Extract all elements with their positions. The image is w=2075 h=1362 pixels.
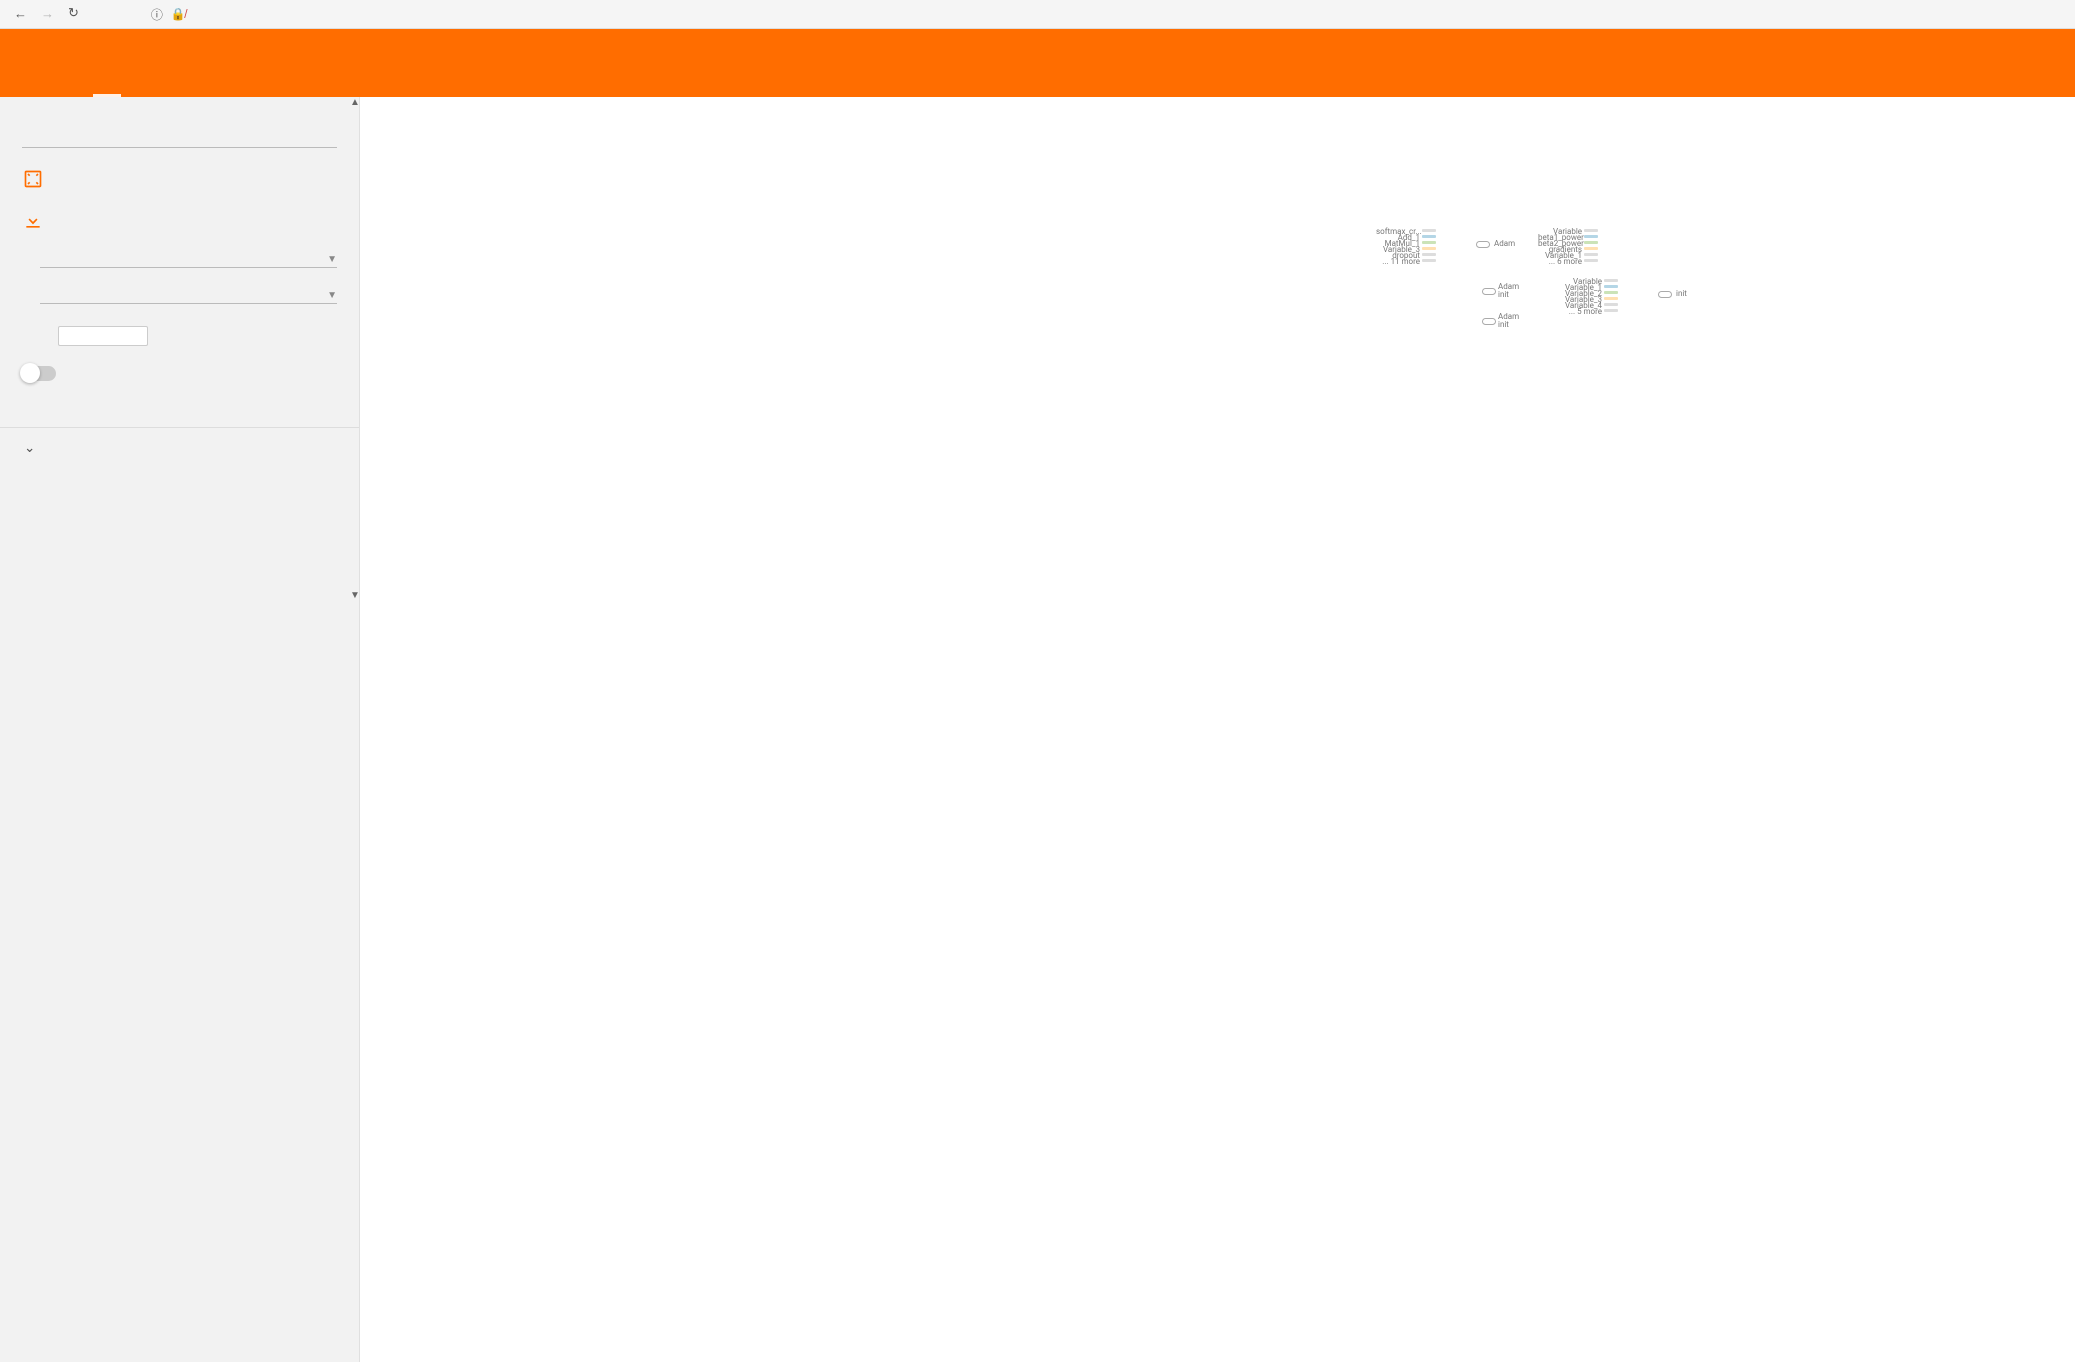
cluster-bar (1584, 241, 1598, 244)
cluster-label: init (1498, 320, 1509, 329)
tag-selector-row: ▼ (22, 290, 337, 304)
cluster-bar (1584, 247, 1598, 250)
cluster-bar (1584, 259, 1598, 262)
chevron-down-icon: ⌄ (24, 440, 35, 456)
cluster-label: init (1676, 289, 1687, 298)
upload-section (22, 326, 337, 346)
cluster-bar (1604, 303, 1618, 306)
chevron-down-icon: ▼ (327, 290, 337, 301)
cluster-label: ... 11 more (1376, 257, 1420, 266)
info-icon[interactable]: ⓘ (151, 6, 163, 23)
reload-button[interactable]: ↻ (68, 6, 79, 22)
graph-io-port[interactable] (1476, 241, 1490, 248)
legend-panel: ⌄ (0, 427, 359, 1362)
cluster-bar (1422, 259, 1436, 262)
cluster-bar (1604, 309, 1618, 312)
fit-screen-icon (22, 168, 44, 190)
close-legend-button[interactable]: ⌄ (24, 440, 335, 456)
cluster-bar (1604, 279, 1618, 282)
cluster-bar (1422, 241, 1436, 244)
cluster-bar (1604, 297, 1618, 300)
tab-graphs[interactable] (93, 47, 121, 97)
sidebar: ▲ ▼ ▼ (0, 97, 360, 1362)
cluster-label: init (1498, 290, 1509, 299)
cluster-label: ... 5 more (1558, 307, 1602, 316)
search-input[interactable] (22, 113, 337, 148)
forward-button[interactable]: → (41, 6, 54, 22)
tag-select[interactable]: ▼ (40, 290, 337, 304)
color-section (22, 401, 337, 405)
cluster-bar (1422, 247, 1436, 250)
cluster-bar (1422, 235, 1436, 238)
lock-icon: 🔒̸ (171, 7, 186, 21)
graph-canvas[interactable]: softmax_cr...Add_1MatMul_1Variable_3drop… (360, 97, 2075, 1362)
scroll-down-icon[interactable]: ▼ (350, 590, 360, 601)
run-selector-row: ▼ (22, 254, 337, 268)
trace-inputs-toggle[interactable] (22, 366, 56, 381)
fit-to-screen-button[interactable] (22, 168, 337, 190)
cluster-label: Adam (1494, 239, 1515, 248)
app-header (0, 29, 2075, 97)
cluster-bar (1584, 253, 1598, 256)
cluster-label: ... 6 more (1538, 257, 1582, 266)
browser-toolbar: ← → ↻ ⓘ 🔒̸ (0, 0, 2075, 29)
cluster-bar (1584, 235, 1598, 238)
back-button[interactable]: ← (14, 6, 27, 22)
cluster-bar (1604, 291, 1618, 294)
scroll-up-icon[interactable]: ▲ (350, 97, 360, 108)
download-png-button[interactable] (22, 210, 337, 232)
cluster-bar (1422, 253, 1436, 256)
header-tabs (93, 29, 121, 97)
cluster-bar (1422, 229, 1436, 232)
graph-io-port[interactable] (1658, 291, 1672, 298)
graph-io-port[interactable] (1482, 288, 1496, 295)
run-select[interactable]: ▼ (40, 254, 337, 268)
cluster-bar (1604, 285, 1618, 288)
graph-io-port[interactable] (1482, 318, 1496, 325)
trace-inputs-row (22, 366, 337, 381)
choose-file-button[interactable] (58, 326, 148, 346)
cluster-bar (1584, 229, 1598, 232)
chevron-down-icon: ▼ (327, 254, 337, 265)
download-icon (22, 210, 44, 232)
